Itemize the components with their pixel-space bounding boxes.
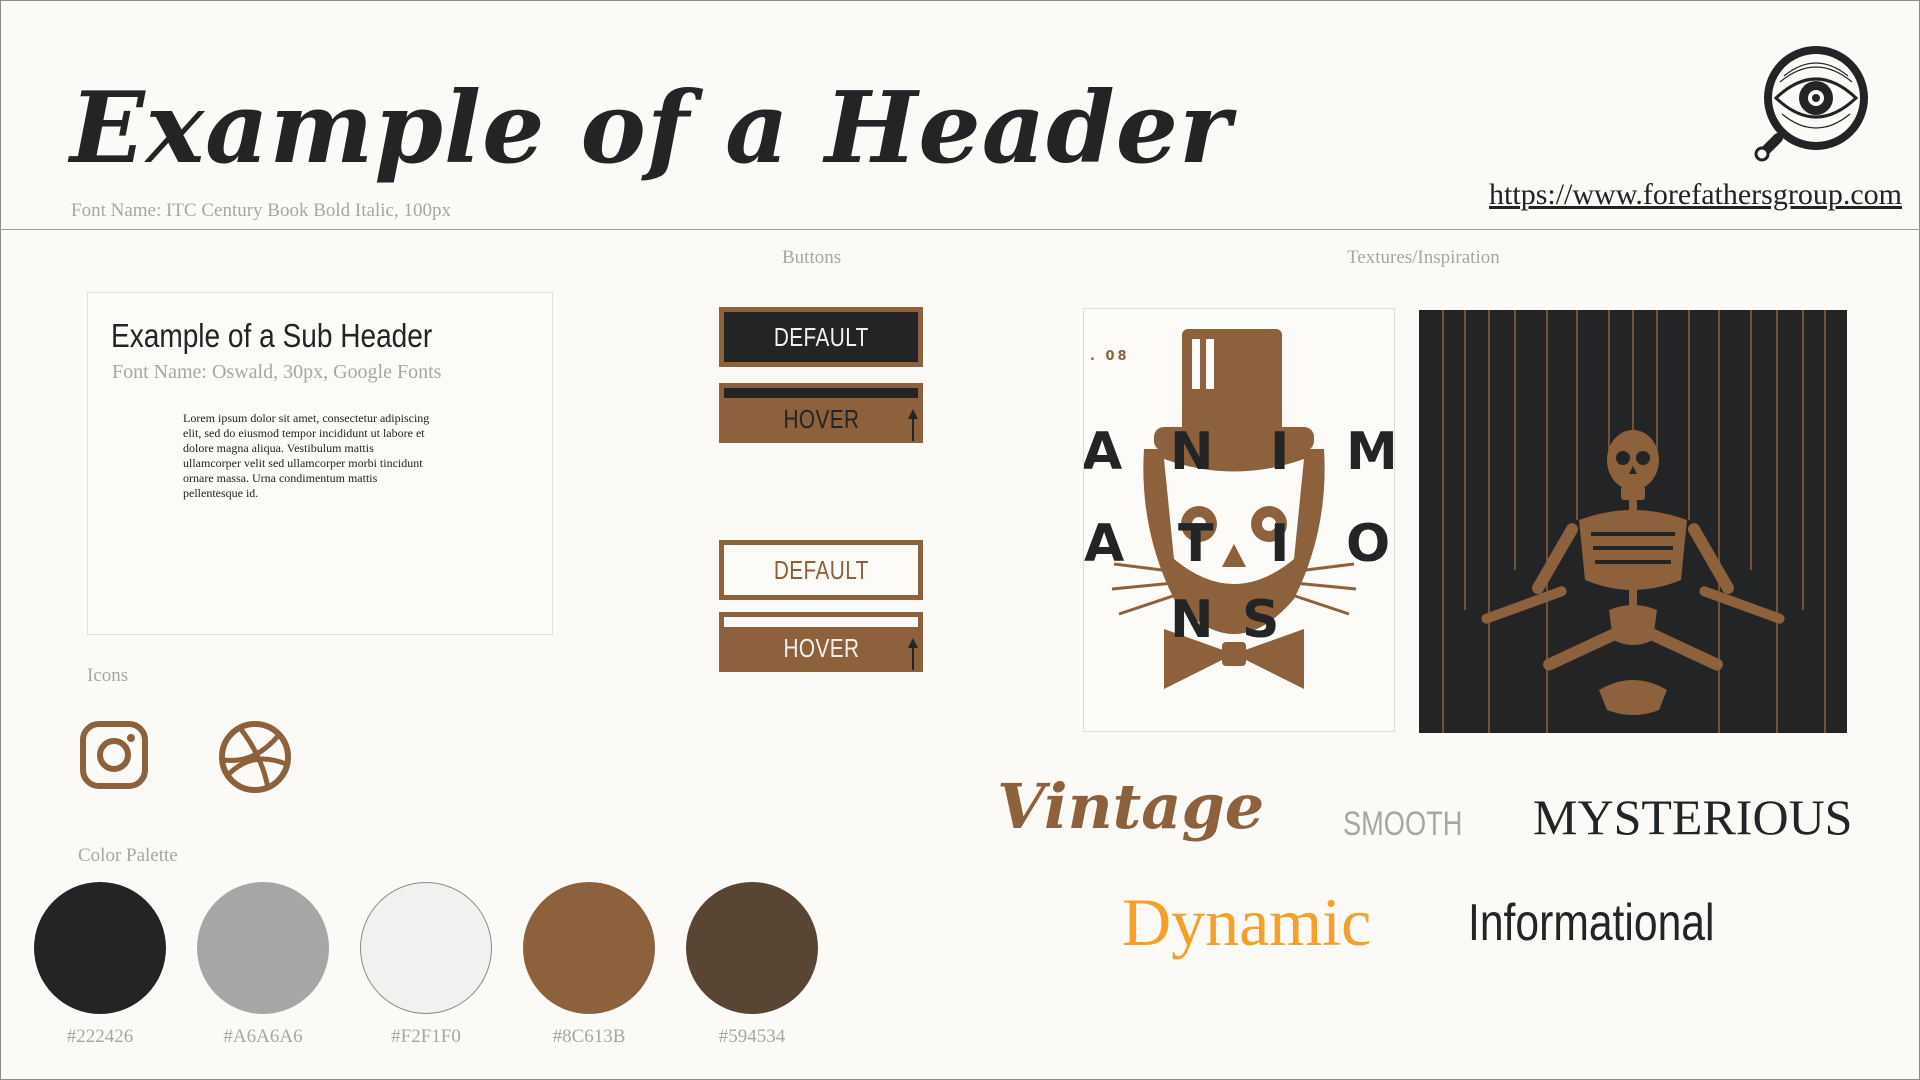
mood-word-smooth: SMOOTH <box>1343 805 1463 843</box>
texture-skeleton-puppet <box>1419 310 1847 733</box>
dark-hover-button[interactable]: HOVER <box>719 383 923 443</box>
poster-letter: A <box>1084 514 1125 574</box>
mood-word-informational: Informational <box>1468 894 1715 952</box>
header-divider <box>0 229 1920 230</box>
skeleton-puppet-illustration <box>1442 310 1826 733</box>
cursor-arrow-icon <box>908 409 918 441</box>
poster-letter: M <box>1346 422 1395 482</box>
poster-letter: O <box>1346 514 1391 574</box>
icons-section-label: Icons <box>87 665 129 686</box>
buttons-section-label: Buttons <box>782 247 842 268</box>
cursor-arrow-icon <box>908 638 918 670</box>
mood-word-dynamic: Dynamic <box>1122 884 1372 960</box>
poster-letter: N <box>1170 590 1214 650</box>
color-hex-label: #A6A6A6 <box>223 1026 303 1047</box>
mood-word-mysterious: MYSTERIOUS <box>1533 789 1853 845</box>
color-hex-label: #222426 <box>66 1026 134 1047</box>
light-hover-button[interactable]: HOVER <box>719 612 923 672</box>
textures-section-label: Textures/Inspiration <box>1347 247 1500 268</box>
poster-letter: N <box>1170 422 1214 482</box>
website-link[interactable]: https://www.forefathersgroup.com <box>1489 178 1902 212</box>
poster-letter: A <box>1083 422 1123 482</box>
poster-letter: S <box>1242 590 1280 650</box>
color-hex-label: #594534 <box>718 1026 786 1047</box>
color-hex-label: #F2F1F0 <box>391 1026 461 1047</box>
color-swatch <box>197 882 329 1014</box>
page-title: Example of a Header <box>70 71 1232 186</box>
poster-letter: T <box>1178 514 1214 574</box>
sub-header-title: Example of a Sub Header <box>111 317 433 354</box>
dark-hover-button-label: HOVER <box>783 403 859 434</box>
dark-default-button[interactable]: DEFAULT <box>719 307 923 367</box>
color-swatch <box>360 882 492 1014</box>
mood-word-vintage: Vintage <box>997 770 1265 843</box>
header-font-caption: Font Name: ITC Century Book Bold Italic,… <box>71 200 451 221</box>
poster-letter: I <box>1270 514 1290 574</box>
palette-section-label: Color Palette <box>78 845 178 866</box>
dribbble-icon[interactable] <box>218 720 292 794</box>
dark-default-button-label: DEFAULT <box>773 321 869 352</box>
color-swatch <box>523 882 655 1014</box>
instagram-icon[interactable] <box>79 720 149 790</box>
eye-magnifier-icon <box>1754 46 1868 162</box>
poster-number: . 08 <box>1090 349 1130 364</box>
sub-header-font-caption: Font Name: Oswald, 30px, Google Fonts <box>112 361 442 383</box>
texture-poster-animations: . 08 A N I M A T I O N S <box>1083 308 1395 732</box>
color-swatch <box>686 882 818 1014</box>
color-swatch <box>34 882 166 1014</box>
light-default-button-label: DEFAULT <box>773 554 869 585</box>
color-hex-label: #8C613B <box>552 1026 626 1047</box>
sub-header-card: Example of a Sub Header Font Name: Oswal… <box>87 292 553 635</box>
light-default-button[interactable]: DEFAULT <box>719 540 923 600</box>
poster-letter: I <box>1270 422 1290 482</box>
light-hover-button-label: HOVER <box>783 632 859 663</box>
sample-body-text: Lorem ipsum dolor sit amet, consectetur … <box>183 411 430 500</box>
